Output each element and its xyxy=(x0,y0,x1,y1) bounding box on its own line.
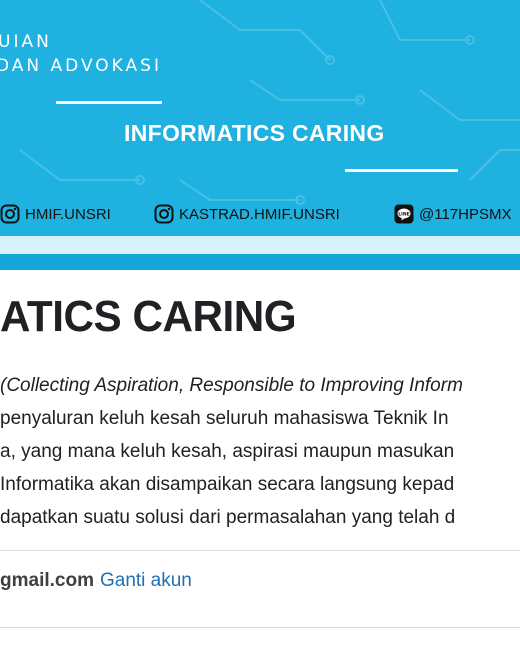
account-info: gmail.com Ganti akun xyxy=(0,570,192,592)
decorative-line xyxy=(345,169,458,172)
decorative-line xyxy=(56,101,162,104)
banner-band-light xyxy=(0,236,520,254)
social-links: HMIF.UNSRI KASTRAD.HMIF.UNSRI LINE @117H… xyxy=(0,204,520,230)
description-line: dapatkan suatu solusi dari permasalahan … xyxy=(0,507,456,528)
org-title: UIAN DAN ADVOKASI xyxy=(0,30,162,78)
description-line: (Collecting Aspiration, Responsible to I… xyxy=(0,375,463,396)
social-handle: @117HPSMX xyxy=(419,205,512,223)
social-handle: KASTRAD.HMIF.UNSRI xyxy=(179,205,340,223)
divider xyxy=(0,627,520,628)
org-title-line1: UIAN xyxy=(0,32,52,52)
instagram-icon xyxy=(0,204,20,224)
org-title-line2: DAN ADVOKASI xyxy=(0,56,162,76)
social-instagram-kastrad: KASTRAD.HMIF.UNSRI xyxy=(154,204,340,224)
social-instagram-hmif: HMIF.UNSRI xyxy=(0,204,111,224)
divider xyxy=(0,550,520,551)
social-handle: HMIF.UNSRI xyxy=(25,205,111,223)
banner-title: INFORMATICS CARING xyxy=(124,120,385,146)
switch-account-link[interactable]: Ganti akun xyxy=(100,570,192,591)
instagram-icon xyxy=(154,204,174,224)
description-line: Informatika akan disampaikan secara lang… xyxy=(0,474,455,495)
form-title: ATICS CARING xyxy=(0,292,297,341)
svg-text:LINE: LINE xyxy=(398,212,409,218)
social-line: LINE @117HPSMX xyxy=(394,204,511,224)
description-line: penyaluran keluh kesah seluruh mahasiswa… xyxy=(0,408,449,429)
form-description: (Collecting Aspiration, Responsible to I… xyxy=(0,369,520,534)
banner-band-bottom xyxy=(0,254,520,270)
line-icon: LINE xyxy=(394,204,414,224)
header-banner: UIAN DAN ADVOKASI INFORMATICS CARING HMI… xyxy=(0,0,520,270)
account-email: gmail.com xyxy=(0,570,94,591)
description-line: a, yang mana keluh kesah, aspirasi maupu… xyxy=(0,441,455,462)
